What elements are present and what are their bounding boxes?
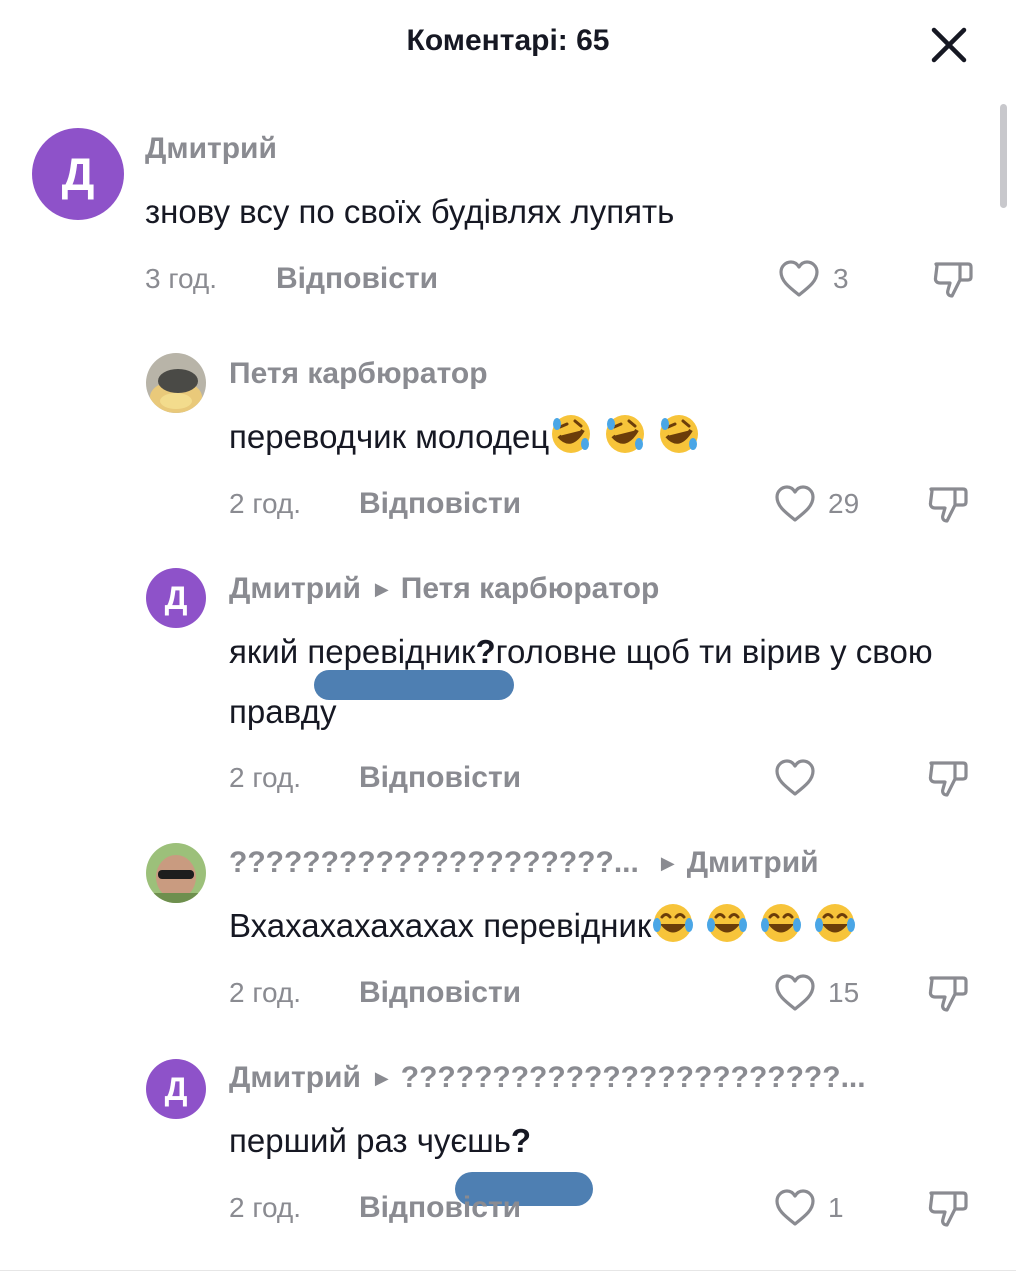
rofl-emoji-icon xyxy=(657,412,701,456)
dislike-icon[interactable] xyxy=(925,970,971,1016)
reply-arrow-icon: ▶ xyxy=(660,853,675,873)
heart-icon[interactable] xyxy=(773,971,817,1015)
user-photo-icon[interactable] xyxy=(146,353,206,413)
heart-icon[interactable] xyxy=(773,1186,817,1230)
joy-emoji-icon xyxy=(813,901,857,945)
reply-arrow-icon: ▶ xyxy=(374,1068,389,1088)
question-mark: ? xyxy=(510,1122,532,1159)
reply-to-name: Петя карбюратор xyxy=(400,572,660,605)
reply-to-name: Дмитрий xyxy=(686,846,819,879)
question-mark: ? xyxy=(475,633,496,670)
avatar[interactable]: Д xyxy=(146,1059,206,1119)
comment-author[interactable]: Петя карбюратор xyxy=(229,357,488,391)
avatar-letter: Д xyxy=(61,148,95,200)
rofl-emoji-icon xyxy=(549,412,593,456)
reply-to-name: ????????????????????????... xyxy=(400,1061,866,1094)
comment-time: 2 год. xyxy=(229,762,302,793)
comment-text-content: який перевідник xyxy=(229,633,476,670)
heart-icon[interactable] xyxy=(777,257,821,301)
divider xyxy=(0,1270,1016,1271)
comment-text-content: Вхахахахахахах перевідник xyxy=(229,907,652,944)
comment-time: 2 год. xyxy=(229,488,302,519)
comment-time: 2 год. xyxy=(229,1192,302,1223)
reply-button[interactable]: Відповісти xyxy=(359,761,521,795)
heart-icon[interactable] xyxy=(773,756,817,800)
dislike-icon[interactable] xyxy=(925,755,971,801)
reply-button[interactable]: Відповісти xyxy=(359,1191,521,1225)
avatar[interactable]: Д xyxy=(32,128,124,220)
comment-author[interactable]: Дмитрий ▶ Петя карбюратор xyxy=(229,572,659,606)
avatar[interactable]: Д xyxy=(146,568,206,628)
scrollbar[interactable] xyxy=(1000,104,1007,208)
comment-time: 2 год. xyxy=(229,977,302,1008)
like-count: 15 xyxy=(828,977,860,1008)
author-name: ?????????????????????... xyxy=(229,846,639,879)
author-name: Дмитрий xyxy=(229,1061,361,1094)
rofl-emoji-icon xyxy=(603,412,647,456)
comment-author[interactable]: Дмитрий ▶????????????????????????... xyxy=(229,1061,866,1095)
redaction-scribble xyxy=(314,670,514,700)
joy-emoji-icon xyxy=(705,901,749,945)
comment-text-content: переводчик молодец xyxy=(229,418,550,455)
comment-text: Вхахахахахахах перевідник xyxy=(229,896,999,956)
reply-arrow-icon: ▶ xyxy=(374,579,389,599)
joy-emoji-icon xyxy=(759,901,803,945)
comment-time: 3 год. xyxy=(145,263,218,294)
comment-text-content: перший раз чуєшь xyxy=(229,1122,511,1159)
dislike-icon[interactable] xyxy=(925,1185,971,1231)
comment-text: перший раз чуєшь? xyxy=(229,1111,999,1171)
user-photo-icon[interactable] xyxy=(146,843,206,903)
comments-title: Коментарі: 65 xyxy=(406,24,610,57)
comment-author[interactable]: Дмитрий xyxy=(145,132,277,166)
dislike-icon[interactable] xyxy=(930,256,976,302)
comments-sheet: Коментарі: 65 Д Дмитрий знову всу по сво… xyxy=(0,0,1016,1280)
like-count: 29 xyxy=(828,488,860,519)
author-name: Дмитрий xyxy=(229,572,361,605)
joy-emoji-icon xyxy=(651,901,695,945)
comment-text: знову всу по своїх будівлях лупять xyxy=(145,193,675,230)
comment-author[interactable]: ?????????????????????... ▶ Дмитрий xyxy=(229,846,819,880)
avatar-letter: Д xyxy=(164,579,188,616)
reply-button[interactable]: Відповісти xyxy=(359,487,521,521)
close-icon[interactable] xyxy=(926,22,972,68)
comment-text: переводчик молодец xyxy=(229,407,999,467)
reply-button[interactable]: Відповісти xyxy=(276,262,438,296)
reply-button[interactable]: Відповісти xyxy=(359,976,521,1010)
dislike-icon[interactable] xyxy=(925,481,971,527)
avatar-letter: Д xyxy=(164,1070,188,1107)
like-count: 3 xyxy=(833,263,849,294)
like-count: 1 xyxy=(828,1192,844,1223)
heart-icon[interactable] xyxy=(773,482,817,526)
